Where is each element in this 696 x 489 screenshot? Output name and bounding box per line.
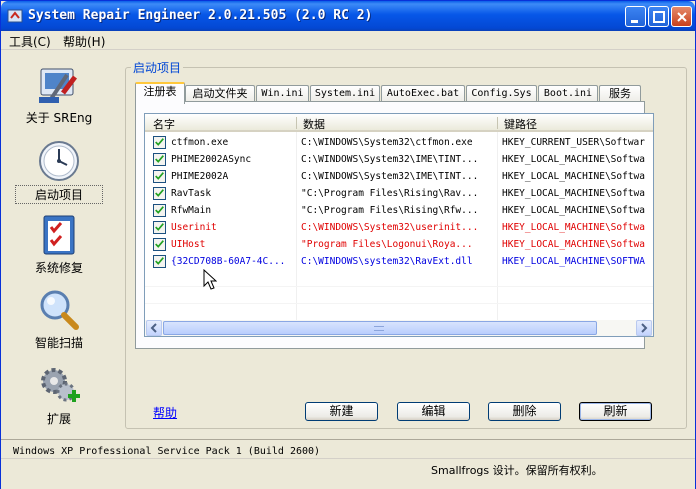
window-title: System Repair Engineer 2.0.21.505 (2.0 R… [28, 8, 373, 23]
row-checkbox[interactable] [153, 204, 166, 217]
nav-extensions-label: 扩展 [46, 412, 71, 426]
nav-system-repair-label: 系统修复 [34, 261, 83, 275]
registry-startup-list[interactable]: 名字 数据 键路径 ctfmon.exe C:\WINDOWS\System32\… [144, 113, 654, 337]
table-row[interactable]: UIHost "Program Files\Logonui\Roya... HKEY… [145, 236, 653, 253]
row-checkbox[interactable] [153, 255, 166, 268]
table-row[interactable]: RavTask "C:\Program Files\Rising\Rav... HK… [145, 185, 653, 202]
thumb-grip [374, 326, 384, 331]
row-name: Userinit [171, 222, 217, 233]
row-data: C:\WINDOWS\system32\RavExt.dll [301, 256, 473, 267]
chevron-right-icon [641, 323, 648, 333]
nav-about-label: 关于 SREng [25, 111, 93, 125]
row-name: RavTask [171, 188, 212, 199]
row-key-path: HKEY_LOCAL_MACHINE\Softwa [502, 188, 645, 199]
table-row[interactable]: Userinit C:\WINDOWS\System32\userinit... H… [145, 219, 653, 236]
row-checkbox[interactable] [153, 187, 166, 200]
grid-line [145, 286, 653, 287]
status-copyright: Smallfrogs 设计。保留所有权利。 [431, 464, 603, 477]
row-name: {32CD708B-60A7-4C... [171, 256, 286, 267]
new-button[interactable]: 新建 [305, 402, 378, 421]
help-link[interactable]: 帮助 [153, 404, 177, 421]
maximize-button[interactable] [648, 6, 669, 27]
row-data: C:\WINDOWS\System32\IME\TINT... [301, 154, 479, 165]
column-data[interactable]: 数据 [303, 116, 325, 132]
nav-smart-scan-label: 智能扫描 [34, 336, 83, 350]
row-data: C:\WINDOWS\System32\userinit... [301, 222, 479, 233]
title-bar[interactable]: System Repair Engineer 2.0.21.505 (2.0 R… [1, 1, 695, 31]
nav-system-repair[interactable]: 系统修复 [15, 213, 103, 276]
status-divider [1, 458, 695, 459]
nav-startup-label: 启动项目 [15, 185, 103, 204]
row-name: ctfmon.exe [171, 137, 229, 148]
row-checkbox[interactable] [153, 221, 166, 234]
delete-button[interactable]: 删除 [488, 402, 561, 421]
row-name: UIHost [171, 239, 206, 250]
mouse-cursor-icon [203, 269, 217, 290]
row-checkbox[interactable] [153, 136, 166, 149]
nav-extensions[interactable]: 扩展 [15, 364, 103, 427]
row-name: PHIME2002A [171, 171, 229, 182]
row-checkbox[interactable] [153, 238, 166, 251]
row-key-path: HKEY_LOCAL_MACHINE\Softwa [502, 205, 645, 216]
scroll-thumb[interactable] [163, 321, 597, 335]
scroll-right-button[interactable] [636, 320, 652, 336]
row-key-path: HKEY_LOCAL_MACHINE\Softwa [502, 239, 645, 250]
status-bar: Windows XP Professional Service Pack 1 (… [1, 439, 695, 489]
table-row[interactable]: ctfmon.exe C:\WINDOWS\System32\ctfmon.exe… [145, 134, 653, 151]
nav-smart-scan[interactable]: 智能扫描 [15, 288, 103, 351]
maximize-icon [653, 11, 665, 23]
row-checkbox[interactable] [153, 170, 166, 183]
table-row[interactable]: PHIME2002ASync C:\WINDOWS\System32\IME\TI… [145, 151, 653, 168]
app-icon [7, 9, 23, 23]
menu-help[interactable]: 帮助(H) [63, 33, 105, 50]
close-button[interactable] [671, 6, 692, 27]
horizontal-scrollbar[interactable] [145, 320, 653, 336]
row-data: "C:\Program Files\Rising\Rfw... [301, 205, 479, 216]
row-data: "C:\Program Files\Rising\Rav... [301, 188, 479, 199]
minimize-button[interactable] [625, 6, 646, 27]
column-divider[interactable] [497, 117, 498, 129]
row-data: C:\WINDOWS\System32\IME\TINT... [301, 171, 479, 182]
table-row[interactable]: {32CD708B-60A7-4C... C:\WINDOWS\system32\… [145, 253, 653, 270]
refresh-button[interactable]: 刷新 [579, 402, 652, 421]
edit-button[interactable]: 编辑 [397, 402, 470, 421]
status-os-version: Windows XP Professional Service Pack 1 (… [13, 446, 321, 457]
row-data: "Program Files\Logonui\Roya... [301, 239, 473, 250]
column-key-path[interactable]: 键路径 [504, 116, 537, 132]
menu-tools[interactable]: 工具(C) [9, 33, 51, 50]
clock-icon [39, 141, 79, 181]
column-divider[interactable] [296, 117, 297, 129]
app-window: System Repair Engineer 2.0.21.505 (2.0 R… [0, 0, 696, 489]
minimize-icon [631, 20, 638, 23]
table-row[interactable]: PHIME2002A C:\WINDOWS\System32\IME\TINT..… [145, 168, 653, 185]
row-name: RfwMain [171, 205, 212, 216]
row-key-path: HKEY_LOCAL_MACHINE\Softwa [502, 171, 645, 182]
menu-bar: 工具(C) 帮助(H) [1, 31, 695, 50]
magnifier-icon [40, 290, 79, 330]
tab-registry[interactable]: 注册表 [135, 82, 185, 104]
row-key-path: HKEY_CURRENT_USER\Softwar [502, 137, 645, 148]
nav-startup[interactable]: 启动项目 [15, 139, 103, 204]
nav-about[interactable]: 关于 SREng [15, 63, 103, 126]
row-checkbox[interactable] [153, 153, 166, 166]
checklist-icon [43, 215, 75, 255]
row-key-path: HKEY_LOCAL_MACHINE\SOFTWA [502, 256, 645, 267]
table-row[interactable]: RfwMain "C:\Program Files\Rising\Rfw... HK… [145, 202, 653, 219]
group-title: 启动项目 [131, 59, 184, 76]
gears-plus-icon [41, 368, 80, 402]
list-header: 名字 数据 键路径 [145, 114, 653, 132]
close-icon [677, 12, 687, 22]
grid-line [145, 303, 653, 304]
row-name: PHIME2002ASync [171, 154, 252, 165]
row-data: C:\WINDOWS\System32\ctfmon.exe [301, 137, 473, 148]
chevron-left-icon [150, 323, 157, 333]
row-key-path: HKEY_LOCAL_MACHINE\Softwa [502, 222, 645, 233]
scroll-left-button[interactable] [146, 320, 162, 336]
column-name[interactable]: 名字 [153, 116, 175, 132]
toolbox-icon [39, 68, 77, 103]
row-key-path: HKEY_LOCAL_MACHINE\Softwa [502, 154, 645, 165]
